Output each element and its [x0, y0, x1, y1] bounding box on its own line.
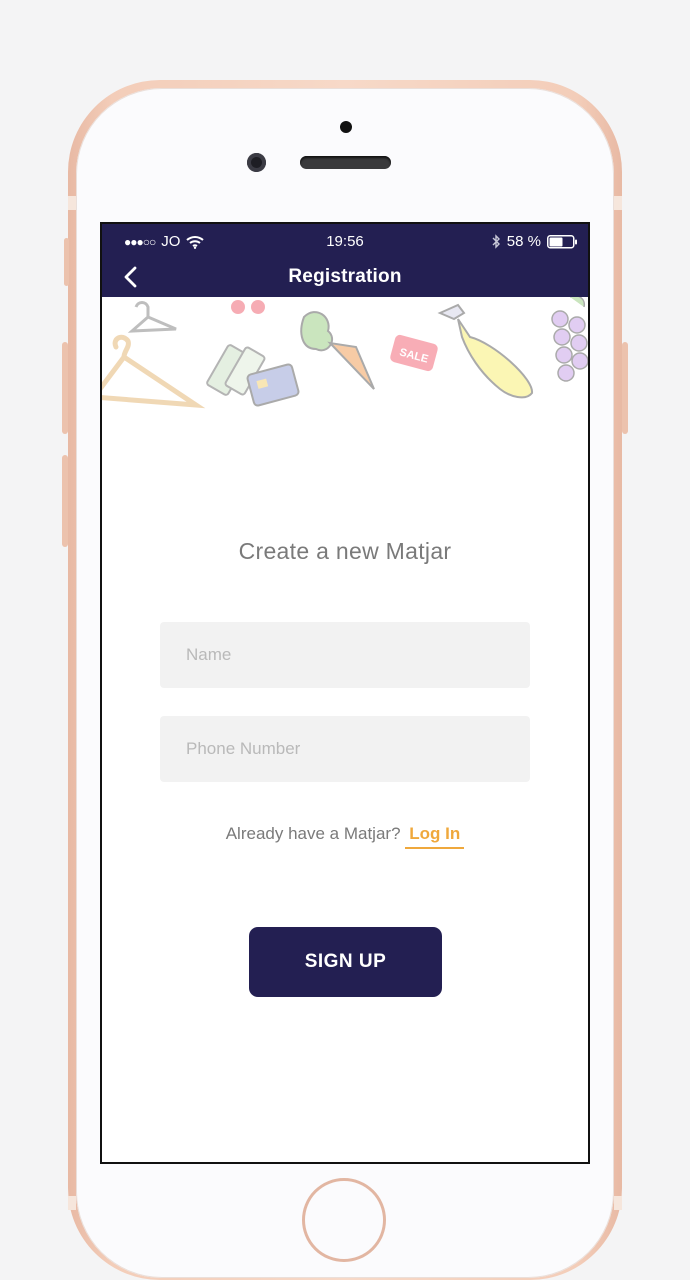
- hanger-small-icon: [127, 301, 177, 333]
- grapes-icon: [551, 297, 588, 382]
- volume-up-button: [62, 342, 68, 434]
- earpiece-speaker: [300, 156, 391, 169]
- login-prompt-text: Already have a Matjar?: [225, 824, 401, 843]
- hanger-icon: [102, 334, 206, 409]
- antenna-band: [614, 196, 622, 210]
- battery-icon: [547, 234, 578, 249]
- cherries-icon: [231, 300, 265, 314]
- sale-tag-icon: SALE: [390, 334, 438, 372]
- mute-switch: [64, 238, 69, 286]
- volume-down-button: [62, 455, 68, 547]
- app-screen: ●●●○○ JO 19:56 58 % Registration SALE Cr…: [100, 222, 590, 1164]
- power-button: [622, 342, 628, 434]
- antenna-band: [68, 196, 76, 210]
- home-button[interactable]: [302, 1178, 386, 1262]
- spray-bottle-icon: [437, 303, 533, 399]
- form-heading: Create a new Matjar: [238, 538, 452, 564]
- page-title: Registration: [288, 266, 402, 287]
- antenna-band: [68, 1196, 76, 1210]
- app-header: ●●●○○ JO 19:56 58 % Registration: [102, 224, 588, 297]
- proximity-sensor: [340, 121, 352, 133]
- decorative-shopping-banner: SALE: [102, 297, 588, 409]
- name-input[interactable]: [160, 622, 530, 688]
- antenna-band: [614, 1196, 622, 1210]
- navigation-bar: Registration: [102, 258, 588, 297]
- sign-up-button[interactable]: SIGN UP: [249, 927, 442, 997]
- phone-number-input[interactable]: [160, 716, 530, 782]
- login-link[interactable]: Log In: [405, 824, 465, 849]
- lettuce-carrot-icon: [300, 311, 375, 390]
- login-prompt-row: Already have a Matjar? Log In: [102, 824, 588, 849]
- bluetooth-icon: [491, 234, 501, 249]
- front-camera-icon: [247, 153, 266, 172]
- battery-percent: 58 %: [506, 233, 541, 250]
- status-bar: ●●●○○ JO 19:56 58 %: [102, 224, 588, 258]
